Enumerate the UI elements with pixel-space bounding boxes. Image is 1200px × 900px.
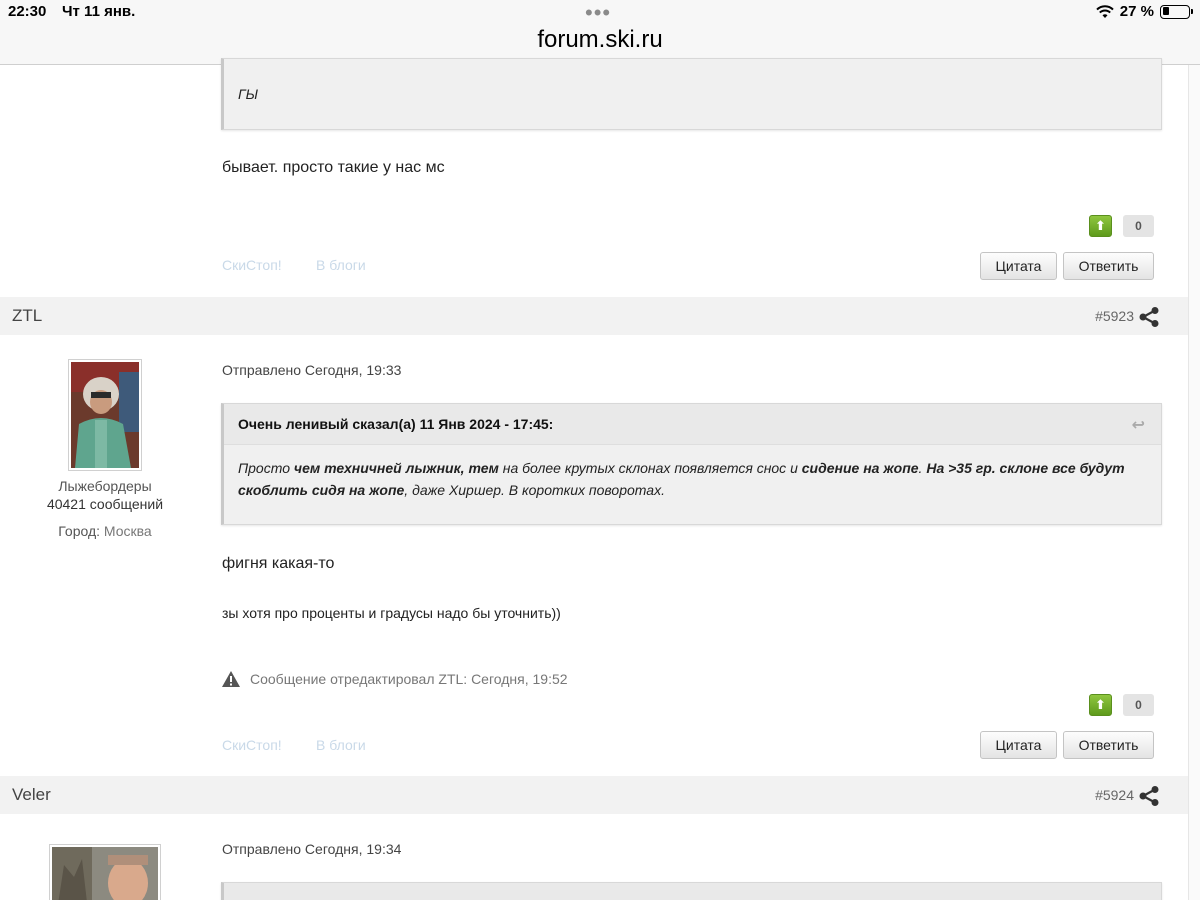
quote-citation: Очень ленивый сказал(а) 11 Янв 2024 - 17… xyxy=(238,416,554,432)
quote-text: Просто чем техничней лыжник, тем на боле… xyxy=(238,460,1125,498)
edit-notice: Сообщение отредактировал ZTL: Сегодня, 1… xyxy=(250,671,568,687)
user-post-count: 40421 сообщений xyxy=(46,496,164,512)
rep-count: 0 xyxy=(1123,694,1154,716)
avatar-image xyxy=(52,847,158,900)
post-body-line2: зы хотя про проценты и градусы надо бы у… xyxy=(222,605,561,621)
battery-level xyxy=(1162,7,1169,15)
avatar[interactable] xyxy=(68,359,142,471)
wifi-icon xyxy=(1096,4,1114,18)
reply-button[interactable]: Ответить xyxy=(1063,731,1154,759)
post-author[interactable]: ZTL xyxy=(12,306,42,326)
battery-percent: 27 % xyxy=(1119,3,1154,20)
status-indicators: 27 % xyxy=(1096,3,1193,20)
share-icon[interactable] xyxy=(1138,785,1160,807)
quote-block: ГЫ xyxy=(221,58,1162,130)
user-city: Город: Москва xyxy=(5,523,205,539)
post-header: ZTL #5923 xyxy=(0,297,1188,335)
address-bar[interactable]: forum.ski.ru xyxy=(0,26,1200,54)
post-header: Veler #5924 xyxy=(0,776,1188,814)
quote-button[interactable]: Цитата xyxy=(980,252,1057,280)
rep-up-button[interactable]: ⬆ xyxy=(1089,215,1112,237)
skistop-link[interactable]: СкиСтоп! xyxy=(222,737,282,753)
more-dots-icon[interactable]: ••• xyxy=(585,0,611,26)
post-number-link[interactable]: #5923 xyxy=(1095,308,1134,324)
skistop-link[interactable]: СкиСтоп! xyxy=(222,257,282,273)
post-number-link[interactable]: #5924 xyxy=(1095,787,1134,803)
quote-header: Очень ленивый сказал(а) 11 Янв 2024 - 17… xyxy=(224,404,1161,445)
quote-button[interactable]: Цитата xyxy=(980,731,1057,759)
city-value: Москва xyxy=(103,523,152,539)
post-date: Отправлено Сегодня, 19:34 xyxy=(222,841,402,857)
reply-button[interactable]: Ответить xyxy=(1063,252,1154,280)
quote-block xyxy=(221,882,1162,900)
rep-up-button[interactable]: ⬆ xyxy=(1089,694,1112,716)
blog-link[interactable]: В блоги xyxy=(316,737,366,753)
page-scrollbar[interactable] xyxy=(1188,65,1200,900)
warning-icon xyxy=(222,671,240,687)
post-date: Отправлено Сегодня, 19:33 xyxy=(222,362,402,378)
quote-block: Очень ленивый сказал(а) 11 Янв 2024 - 17… xyxy=(221,403,1162,525)
post-body: фигня какая-то xyxy=(222,555,335,572)
quote-header xyxy=(224,883,1161,900)
battery-icon xyxy=(1160,4,1193,19)
status-time: 22:30 xyxy=(8,3,47,20)
avatar[interactable] xyxy=(49,844,161,900)
browser-top-bar: 22:30 Чт 11 янв. ••• 27 % forum.ski.ru xyxy=(0,0,1200,65)
quote-jump-icon[interactable]: ↩ xyxy=(1132,415,1145,435)
blog-link[interactable]: В блоги xyxy=(316,257,366,273)
user-group: Лыжебордеры xyxy=(58,478,152,494)
post-body: бывает. просто такие у нас мс xyxy=(222,159,445,176)
city-label: Город: xyxy=(58,523,101,539)
quote-text: ГЫ xyxy=(238,86,259,102)
status-date: Чт 11 янв. xyxy=(62,3,136,20)
post-author[interactable]: Veler xyxy=(12,785,51,805)
rep-count: 0 xyxy=(1123,215,1154,237)
share-icon[interactable] xyxy=(1138,306,1160,328)
avatar-image xyxy=(71,362,139,468)
